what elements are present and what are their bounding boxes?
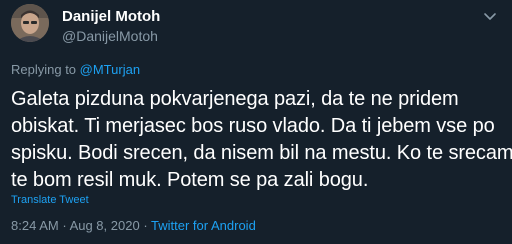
tweet: Danijel Motoh @DanijelMotoh Replying to … (0, 0, 512, 244)
avatar[interactable] (11, 4, 49, 42)
meta-separator: · (62, 218, 70, 233)
tweet-date[interactable]: Aug 8, 2020 (70, 218, 140, 233)
translate-tweet-link[interactable]: Translate Tweet (11, 194, 89, 206)
display-name[interactable]: Danijel Motoh (62, 8, 160, 25)
tweet-text-line: spisku. Bodi srecen, da nisem bil na mes… (11, 142, 512, 164)
tweet-text-line: Galeta pizduna pokvarjenega pazi, da te … (11, 88, 459, 110)
tweet-time[interactable]: 8:24 AM (11, 218, 59, 233)
tweet-source-link[interactable]: Twitter for Android (151, 218, 256, 233)
tweet-text: Galeta pizduna pokvarjenega pazi, da te … (11, 86, 512, 194)
replying-to: Replying to @MTurjan (11, 62, 140, 77)
user-handle[interactable]: @DanijelMotoh (62, 28, 158, 44)
tweet-text-line: te bom resil muk. Potem se pa zali bogu. (11, 169, 369, 191)
chevron-down-icon[interactable] (482, 8, 498, 24)
reply-mention-link[interactable]: @MTurjan (80, 62, 140, 77)
avatar-image (11, 4, 49, 42)
tweet-meta: 8:24 AM · Aug 8, 2020 · Twitter for Andr… (11, 218, 256, 233)
replying-prefix: Replying to (11, 62, 80, 77)
meta-separator: · (143, 218, 152, 233)
tweet-text-line: obiskat. Ti merjasec bos ruso vlado. Da … (11, 115, 495, 137)
